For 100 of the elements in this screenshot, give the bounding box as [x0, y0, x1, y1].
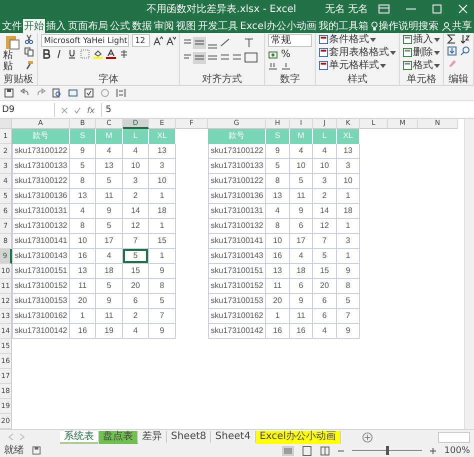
table-cell: 17 — [96, 234, 123, 249]
ribbon-button[interactable]: 单元格样式 — [319, 60, 386, 71]
table-cell: 3 — [337, 234, 360, 249]
distribute-icon[interactable] — [116, 88, 126, 98]
paste-button[interactable]: 粘贴 — [3, 34, 21, 72]
ribbon-tab[interactable]: 开发工具 — [197, 19, 239, 33]
bold-icon[interactable] — [41, 49, 51, 59]
lightbulb-icon — [370, 21, 378, 31]
increase-decimal-icon[interactable] — [268, 62, 278, 70]
ribbon-tab[interactable]: Excel办公小动画 — [239, 19, 318, 33]
font-name-field[interactable]: Microsoft YaHei Light — [41, 34, 129, 47]
ribbon-tab[interactable]: 开始 — [23, 19, 45, 33]
ribbon-tab[interactable]: 文件 — [1, 19, 23, 33]
ribbon-tab[interactable]: 审阅 — [153, 19, 175, 33]
table-cell: 1 — [149, 249, 176, 264]
table-cell: 10 — [266, 234, 290, 249]
table-cell: 5 — [96, 174, 123, 189]
table-cell: 7 — [123, 234, 149, 249]
ribbon-button[interactable]: 删除 — [403, 47, 440, 58]
zoom-level[interactable]: 100% — [444, 446, 470, 456]
shrink-font-icon[interactable] — [166, 36, 176, 46]
close-icon[interactable] — [458, 4, 468, 14]
ribbon-button[interactable]: 插入 — [403, 34, 440, 45]
table-cell: 15 — [149, 234, 176, 249]
sheet-tab[interactable]: Excel办公小动画 — [256, 430, 342, 444]
table-cell: 8 — [149, 279, 176, 294]
ribbon-tab[interactable]: 页面布局 — [67, 19, 109, 33]
table-cell: 11 — [266, 279, 290, 294]
format-painter-icon[interactable] — [24, 60, 34, 70]
ribbon-tab[interactable]: 视图 — [175, 19, 197, 33]
table-cell: sku173100162 — [208, 309, 266, 324]
vertical-scrollbar[interactable] — [464, 119, 474, 429]
share-button[interactable]: 共享 — [442, 19, 474, 33]
insert-function-button[interactable]: fx — [87, 106, 95, 114]
ribbon-tab[interactable]: 我的工具箱 — [318, 19, 370, 33]
table-cell: 4 — [313, 144, 337, 159]
table-cell: 16 — [70, 249, 96, 264]
search-icon[interactable] — [460, 46, 470, 56]
decrease-decimal-icon[interactable] — [281, 62, 291, 70]
table-cell: 1 — [149, 189, 176, 204]
checkbox-icon[interactable] — [84, 88, 94, 98]
cancel-icon[interactable] — [61, 106, 68, 114]
name-box[interactable]: D9 — [0, 103, 55, 117]
phonetic-icon[interactable] — [119, 49, 129, 59]
table-cell: sku173100153 — [12, 294, 70, 309]
form-icon[interactable] — [68, 88, 78, 98]
undo-icon[interactable] — [20, 88, 30, 98]
maximize-icon[interactable] — [432, 4, 442, 14]
table-cell: sku173100122 — [12, 174, 70, 189]
page-layout-icon[interactable] — [302, 446, 312, 456]
print-preview-icon[interactable] — [52, 88, 62, 98]
zoom-out-icon[interactable] — [338, 448, 344, 454]
table-cell: 19 — [96, 324, 123, 339]
currency-icon[interactable] — [268, 50, 278, 60]
fill-icon[interactable] — [447, 46, 457, 56]
table-cell: 9 — [266, 144, 290, 159]
macro-icon[interactable] — [32, 446, 41, 455]
table-cell: 6 — [313, 294, 337, 309]
ribbon-tab[interactable]: 公式 — [109, 19, 131, 33]
fill-color-icon[interactable] — [93, 49, 103, 59]
add-sheet-icon[interactable] — [362, 432, 374, 442]
table-cell: 16 — [70, 324, 96, 339]
search-field[interactable]: 操作说明搜索 — [370, 19, 438, 33]
header-cell: L — [313, 129, 337, 144]
zoom-in-icon[interactable] — [430, 448, 436, 454]
sheet-tab[interactable]: 盘点表 — [99, 430, 138, 444]
ribbon-button[interactable]: 条件格式 — [319, 34, 376, 45]
ribbon-button[interactable]: 格式 — [403, 60, 440, 71]
caret-icon — [370, 38, 376, 42]
font-color-icon[interactable] — [106, 49, 116, 59]
autosum-icon[interactable] — [447, 34, 457, 44]
table-cell: 14 — [313, 204, 337, 219]
table-cell: 18 — [149, 204, 176, 219]
formula-field[interactable]: 5 — [100, 103, 474, 117]
table-cell: 10 — [290, 159, 313, 174]
percent-button[interactable]: % — [281, 49, 291, 60]
scissors-icon[interactable] — [24, 34, 34, 44]
number-format-field[interactable]: 常规 — [268, 34, 312, 47]
font-size-field[interactable]: 12 — [132, 34, 150, 47]
header-cell: 款号 — [208, 129, 266, 144]
table-cell: 1 — [337, 249, 360, 264]
enter-icon[interactable] — [74, 106, 81, 114]
save-icon[interactable] — [4, 88, 14, 98]
ribbon-display-icon[interactable] — [378, 4, 390, 14]
redo-icon[interactable] — [36, 88, 46, 98]
normal-view-icon[interactable] — [282, 446, 294, 456]
underline-icon[interactable] — [67, 49, 77, 59]
table-cell: 9 — [70, 144, 96, 159]
grow-font-icon[interactable] — [153, 36, 163, 46]
ribbon-tab[interactable]: 插入 — [45, 19, 67, 33]
ribbon-button[interactable]: 套用表格格式 — [319, 47, 396, 58]
ribbon-tab[interactable]: 数据 — [131, 19, 153, 33]
sort-filter-icon[interactable] — [460, 34, 470, 44]
table-cell: sku173100136 — [12, 189, 70, 204]
page-break-icon[interactable] — [320, 446, 330, 456]
horizontal-scrollbar[interactable] — [438, 432, 470, 442]
sheet-tab[interactable]: 系统表 — [60, 430, 99, 444]
table-cell: sku173100131 — [208, 204, 266, 219]
table-cell: 10 — [313, 159, 337, 174]
copy-icon[interactable] — [24, 47, 34, 57]
